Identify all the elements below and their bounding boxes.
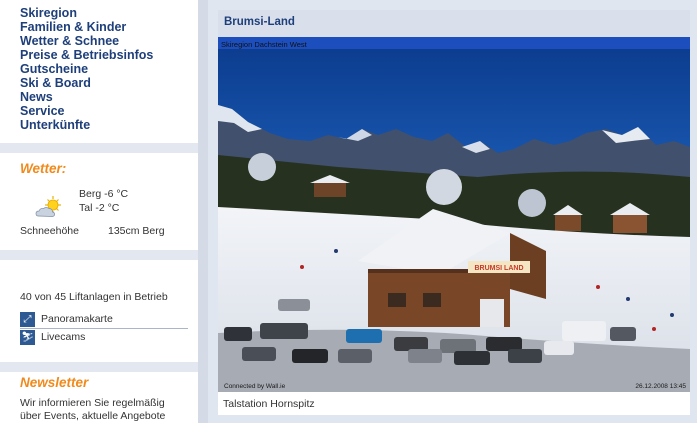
livecam-icon: ⛷: [20, 330, 35, 345]
temp-tal: Tal -2 °C: [79, 202, 120, 214]
nav-item-preise-betriebsinfos[interactable]: Preise & Betriebsinfos: [20, 48, 198, 62]
sun-cloud-icon: [35, 196, 61, 217]
column-divider: [198, 0, 208, 423]
livecams-link[interactable]: ⛷ Livecams: [20, 330, 188, 346]
panoramakarte-link[interactable]: ⤢ Panoramakarte: [20, 312, 188, 329]
nav-item-wetter-schnee[interactable]: Wetter & Schnee: [20, 34, 198, 48]
snow-depth-label: Schneehöhe: [20, 225, 79, 237]
nav-item-familien-kinder[interactable]: Familien & Kinder: [20, 20, 198, 34]
nav-item-unterkuenfte[interactable]: Unterkünfte: [20, 118, 198, 132]
webcam-overlay-location: Skiregion Dachstein West: [221, 40, 308, 49]
weather-title: Wetter:: [20, 161, 67, 176]
webcam-overlay-timestamp: 26.12.2008 13:45: [635, 383, 686, 390]
newsletter-box: Newsletter Wir informieren Sie regelmäßi…: [0, 372, 198, 423]
panorama-map-icon: ⤢: [20, 312, 35, 327]
main-navigation: Skiregion Familien & Kinder Wetter & Sch…: [0, 0, 198, 143]
nav-item-ski-board[interactable]: Ski & Board: [20, 76, 198, 90]
nav-item-skiregion[interactable]: Skiregion: [20, 6, 198, 20]
webcam-header: Brumsi-Land: [218, 10, 690, 37]
lift-status-box: 40 von 45 Liftanlagen in Betrieb ⤢ Panor…: [0, 260, 198, 362]
nav-item-news[interactable]: News: [20, 90, 198, 104]
webcam-overlay-credit: Connected by Wall.ie: [224, 383, 286, 390]
livecams-label: Livecams: [41, 331, 86, 343]
lift-status-text: 40 von 45 Liftanlagen in Betrieb: [20, 291, 168, 303]
webcam-image[interactable]: BRUMSI LAND Skiregion Dachstein West Con…: [218, 37, 690, 392]
webcam-caption: Talstation Hornspitz: [223, 398, 315, 410]
nav-list: Skiregion Familien & Kinder Wetter & Sch…: [0, 0, 198, 132]
nav-item-service[interactable]: Service: [20, 104, 198, 118]
newsletter-text: Wir informieren Sie regelmäßig über Even…: [20, 397, 165, 423]
newsletter-title: Newsletter: [20, 375, 89, 390]
newsletter-text-line-1: Wir informieren Sie regelmäßig: [20, 397, 165, 409]
nav-item-gutscheine[interactable]: Gutscheine: [20, 62, 198, 76]
panoramakarte-label: Panoramakarte: [41, 313, 113, 325]
webcam-title: Brumsi-Land: [224, 16, 295, 28]
weather-box: Wetter: Berg -6 °C Tal -2 °C Schneehöhe …: [0, 153, 198, 250]
webcam-panel: Brumsi-Land BRUMSI LAND Skiregion Dachst…: [218, 10, 690, 415]
newsletter-text-line-2: über Events, aktuelle Angebote: [20, 410, 166, 422]
webcam-sign-text: BRUMSI LAND: [475, 265, 524, 272]
temp-berg: Berg -6 °C: [79, 188, 129, 200]
snow-depth-value: 135cm Berg: [108, 225, 165, 237]
